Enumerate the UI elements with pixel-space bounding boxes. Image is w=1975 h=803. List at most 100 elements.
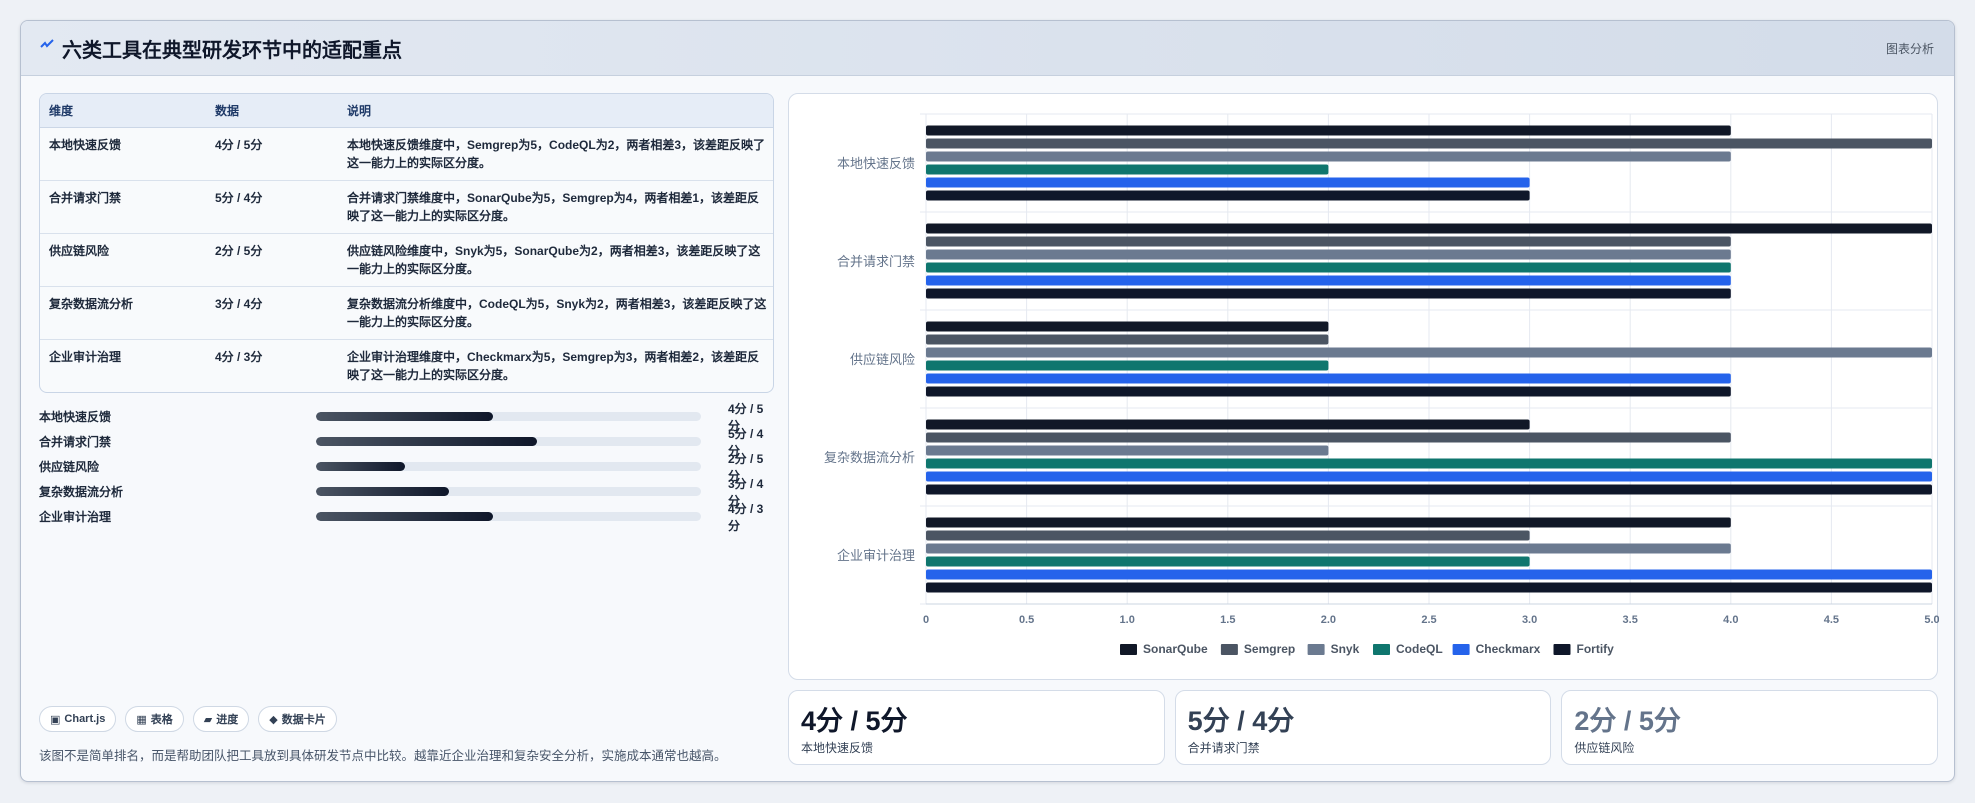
bar-codeql bbox=[926, 458, 1932, 469]
row-dimension: 复杂数据流分析 bbox=[49, 297, 134, 311]
table-row: 本地快速反馈 4分 / 5分 本地快速反馈维度中，Semgrep为5，CodeQ… bbox=[40, 128, 773, 181]
bar-semgrep bbox=[926, 236, 1731, 247]
bar-semgrep bbox=[926, 334, 1329, 345]
bar-sonarqube bbox=[926, 125, 1731, 136]
bar-fortify bbox=[926, 190, 1530, 201]
table-row: 企业审计治理 4分 / 3分 企业审计治理维度中，Checkmarx为5，Sem… bbox=[40, 340, 773, 392]
legend-swatch bbox=[1220, 644, 1238, 655]
chip-chartjs[interactable]: ▣ Chart.js bbox=[39, 706, 117, 732]
x-tick-label: 4.0 bbox=[1723, 614, 1738, 626]
progress-track bbox=[316, 437, 701, 446]
table-header: 维度 数据 说明 bbox=[40, 94, 773, 128]
bar-checkmarx bbox=[926, 569, 1932, 580]
kpi-value: 4分 / 5分 bbox=[801, 706, 908, 736]
progress-track bbox=[316, 487, 701, 496]
y-category-label: 企业审计治理 bbox=[837, 548, 915, 563]
row-dimension: 本地快速反馈 bbox=[49, 138, 122, 152]
legend-label: Fortify bbox=[1577, 642, 1615, 656]
bar-semgrep bbox=[926, 432, 1731, 443]
progress-label: 复杂数据流分析 bbox=[39, 485, 124, 499]
kpi-cards: 4分 / 5分 本地快速反馈 5分 / 4分 合并请求门禁 2分 / 5分 供应… bbox=[788, 690, 1939, 765]
progress-label: 本地快速反馈 bbox=[39, 410, 112, 424]
legend-swatch bbox=[1307, 644, 1325, 655]
bar-sonarqube bbox=[926, 419, 1530, 430]
progress-track bbox=[316, 512, 701, 521]
bar-sonarqube bbox=[926, 223, 1932, 234]
row-description: 合并请求门禁维度中，SonarQube为5，Semgrep为4，两者相差1，该差… bbox=[347, 191, 760, 223]
progress-row: 复杂数据流分析 3分 / 4分 bbox=[39, 477, 774, 508]
progress-label: 合并请求门禁 bbox=[39, 435, 112, 449]
row-data: 2分 / 5分 bbox=[215, 244, 263, 258]
footnote: 该图不是简单排名，而是帮助团队把工具放到具体研发节点中比较。越靠近企业治理和复杂… bbox=[39, 749, 727, 763]
bar-snyk bbox=[926, 543, 1731, 554]
header-data: 数据 bbox=[215, 104, 240, 118]
chip-label: 数据卡片 bbox=[281, 714, 326, 726]
y-category-label: 复杂数据流分析 bbox=[824, 450, 915, 465]
x-tick-label: 2.5 bbox=[1421, 614, 1436, 626]
bar-fortify bbox=[926, 484, 1932, 495]
chip-table[interactable]: ▦ 表格 bbox=[125, 706, 184, 732]
lightning-icon bbox=[40, 39, 54, 48]
row-description: 供应链风险维度中，Snyk为5，SonarQube为2，两者相差3，该差距反映了… bbox=[347, 244, 761, 276]
progress-row: 本地快速反馈 4分 / 5分 bbox=[39, 402, 774, 433]
kpi-value: 2分 / 5分 bbox=[1574, 706, 1681, 736]
row-data: 4分 / 3分 bbox=[215, 350, 263, 364]
x-tick-label: 5.0 bbox=[1924, 614, 1939, 626]
table-row: 复杂数据流分析 3分 / 4分 复杂数据流分析维度中，CodeQL为5，Snyk… bbox=[40, 287, 773, 340]
row-dimension: 企业审计治理 bbox=[49, 350, 122, 364]
row-data: 4分 / 5分 bbox=[215, 138, 263, 152]
bar-fortify bbox=[926, 582, 1932, 593]
x-tick-label: 3.5 bbox=[1623, 614, 1638, 626]
row-data: 5分 / 4分 bbox=[215, 191, 263, 205]
chart-panel: 0 0.5 1.0 1.5 2.0 2.5 3.0 3.5 4.0 4.5 5.0 本地快速反馈 合并请… bbox=[788, 93, 1940, 680]
legend-label: Checkmarx bbox=[1476, 642, 1541, 656]
chip-label: 表格 bbox=[150, 714, 173, 726]
legend-label: Snyk bbox=[1331, 642, 1360, 656]
chart-icon: ▣ bbox=[50, 713, 61, 726]
chip-label: 进度 bbox=[216, 714, 239, 726]
row-description: 复杂数据流分析维度中，CodeQL为5，Snyk为2，两者相差3，该差距反映了这… bbox=[347, 297, 767, 329]
diamond-icon: ◆ bbox=[269, 713, 278, 726]
legend-label: CodeQL bbox=[1396, 642, 1443, 656]
row-dimension: 供应链风险 bbox=[49, 244, 110, 258]
y-category-label: 合并请求门禁 bbox=[837, 254, 915, 269]
row-data: 3分 / 4分 bbox=[215, 297, 263, 311]
progress-label: 供应链风险 bbox=[39, 460, 100, 474]
progress-row: 供应链风险 2分 / 5分 bbox=[39, 452, 774, 483]
bar-sonarqube bbox=[926, 321, 1329, 332]
bar-codeql bbox=[926, 262, 1731, 273]
x-tick-label: 2.0 bbox=[1321, 614, 1336, 626]
kpi-label: 本地快速反馈 bbox=[801, 741, 874, 755]
progress-fill bbox=[316, 437, 538, 446]
kpi-label: 合并请求门禁 bbox=[1187, 741, 1260, 755]
bar-codeql bbox=[926, 360, 1329, 371]
progress-fill bbox=[316, 462, 405, 471]
kpi-card: 5分 / 4分 合并请求门禁 bbox=[1174, 690, 1552, 765]
chip-data-card[interactable]: ◆ 数据卡片 bbox=[258, 706, 337, 732]
progress-list: 本地快速反馈 4分 / 5分 合并请求门禁 5分 / 4分 供应链风险 2分 /… bbox=[39, 402, 774, 533]
bar-snyk bbox=[926, 347, 1932, 358]
x-tick-label: 1.0 bbox=[1120, 614, 1135, 626]
bar-codeql bbox=[926, 164, 1329, 175]
progress-fill bbox=[316, 512, 494, 521]
legend-label: Semgrep bbox=[1244, 642, 1295, 656]
kpi-card: 2分 / 5分 供应链风险 bbox=[1561, 690, 1939, 765]
bar-semgrep bbox=[926, 138, 1932, 149]
kpi-label: 供应链风险 bbox=[1574, 741, 1635, 755]
x-tick-label: 0.5 bbox=[1019, 614, 1034, 626]
bar-checkmarx bbox=[926, 275, 1731, 286]
progress-fill bbox=[316, 412, 494, 421]
legend-swatch bbox=[1452, 644, 1470, 655]
x-tick-label: 4.5 bbox=[1824, 614, 1839, 626]
legend-label: SonarQube bbox=[1143, 642, 1208, 656]
bar-snyk bbox=[926, 249, 1731, 260]
chip-progress[interactable]: ▰ 进度 bbox=[192, 706, 250, 732]
legend-swatch bbox=[1553, 644, 1571, 655]
bar-chart: 0 0.5 1.0 1.5 2.0 2.5 3.0 3.5 4.0 4.5 5.0 本地快速反馈合并请… bbox=[824, 113, 1940, 656]
chart-analysis-tag: 图表分析 bbox=[1885, 42, 1934, 56]
bar-fortify bbox=[926, 288, 1731, 299]
page-title: 六类工具在典型研发环节中的适配重点 bbox=[62, 40, 402, 62]
chip-label: Chart.js bbox=[64, 713, 106, 725]
progress-fill bbox=[316, 487, 449, 496]
row-description: 企业审计治理维度中，Checkmarx为5，Semgrep为3，两者相差2，该差… bbox=[347, 350, 760, 382]
